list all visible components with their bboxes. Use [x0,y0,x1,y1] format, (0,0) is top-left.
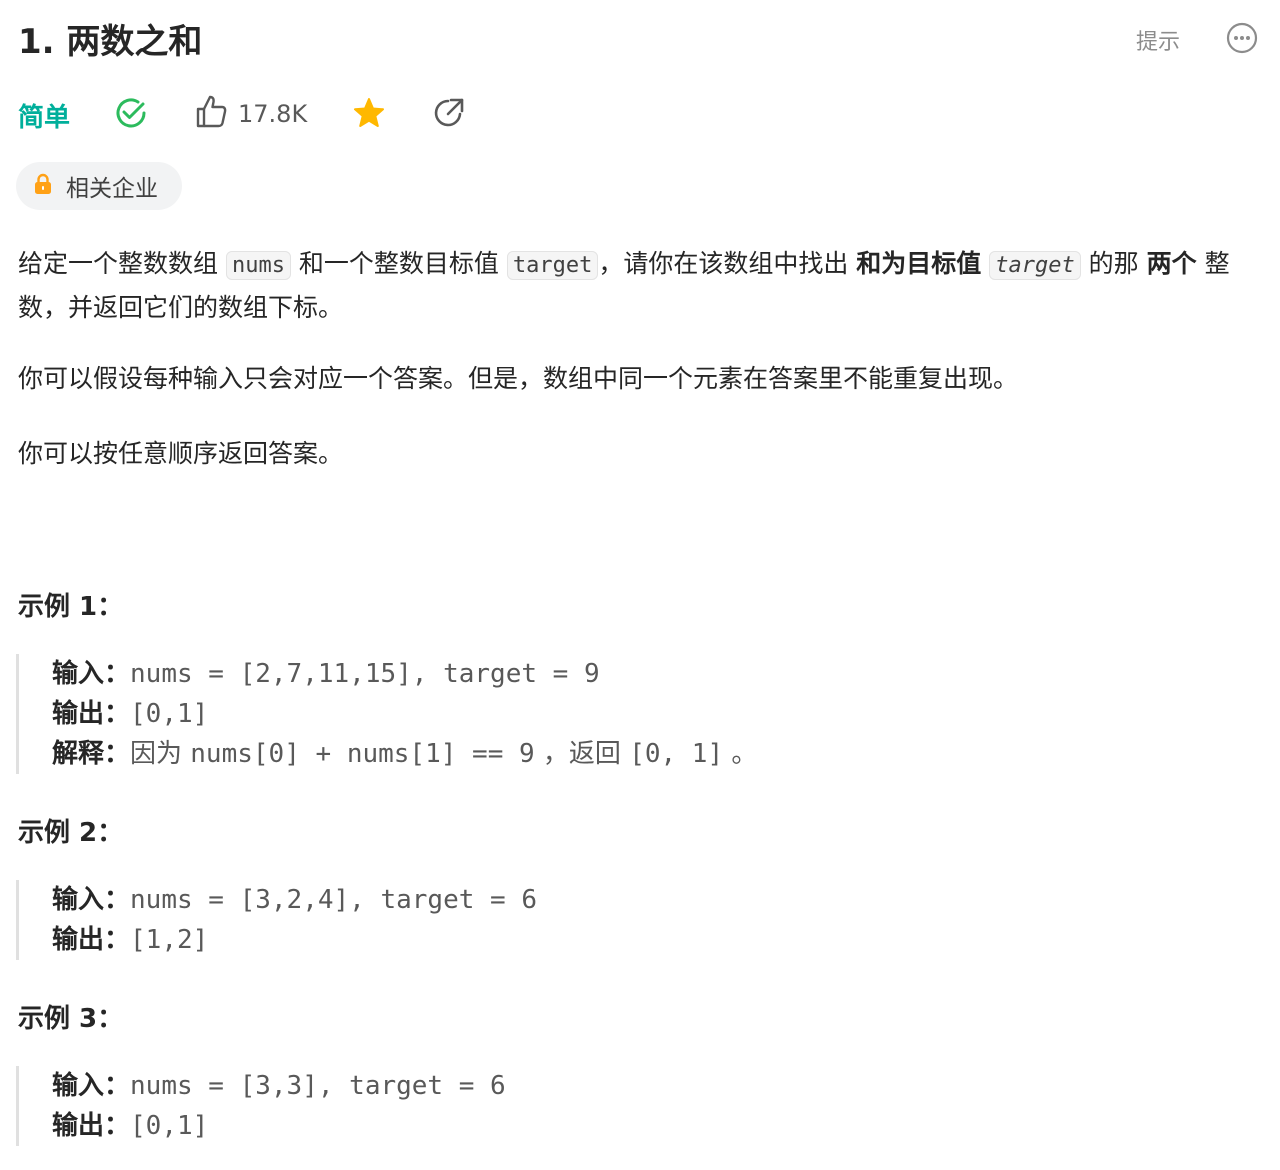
share-icon[interactable] [432,96,466,134]
explain-code: [0, 1] [629,739,724,769]
output-value: [1,2] [130,925,209,955]
example-output-line: 输出：[0,1] [52,694,757,734]
more-horizontal-icon[interactable] [1226,22,1258,58]
example-explain-line: 解释：因为 nums[0] + nums[1] == 9 ，返回 [0, 1] … [52,734,757,774]
input-label: 输入： [52,885,131,915]
explain-text: 。 [723,739,758,769]
output-value: [0,1] [130,1111,209,1141]
output-label: 输出： [52,1111,131,1141]
example-output-line: 输出：[0,1] [52,1106,506,1146]
input-value: nums = [3,3], target = 6 [130,1071,506,1101]
desc-text: 给定一个整数数组 [18,249,226,278]
example-input-line: 输入：nums = [3,2,4], target = 6 [52,880,537,920]
output-label: 输出： [52,699,131,729]
explain-text: ，返回 [534,739,630,769]
hint-button[interactable]: 提示 [1136,24,1180,56]
desc-bold-two: 两个 [1146,249,1197,278]
example-2-title: 示例 2： [18,818,124,848]
code-nums: nums [225,251,291,280]
thumbs-up-icon [194,94,228,134]
example-3-block: 输入：nums = [3,3], target = 6 输出：[0,1] [16,1066,506,1146]
difficulty-badge: 简单 [18,103,71,133]
output-label: 输出： [52,925,131,955]
example-input-line: 输入：nums = [2,7,11,15], target = 9 [52,654,757,694]
code-target: target [506,251,599,280]
input-label: 输入： [52,1071,131,1101]
example-3-title: 示例 3： [18,1004,124,1034]
desc-bold-target-sum: 和为目标值 [856,249,982,278]
example-output-line: 输出：[1,2] [52,920,537,960]
code-target-italic: target [989,251,1081,280]
desc-text: 的那 [1080,249,1147,278]
problem-meta-row: 简单 17.8K [18,92,618,136]
example-input-line: 输入：nums = [3,3], target = 6 [52,1066,506,1106]
example-2-block: 输入：nums = [3,2,4], target = 6 输出：[1,2] [16,880,537,960]
desc-text: 和一个整数目标值 [290,249,507,278]
lock-icon [34,173,52,199]
input-value: nums = [2,7,11,15], target = 9 [130,659,600,689]
output-value: [0,1] [130,699,209,729]
like-count: 17.8K [238,100,308,128]
example-1-block: 输入：nums = [2,7,11,15], target = 9 输出：[0,… [16,654,757,774]
problem-title: 1. 两数之和 [18,22,203,62]
related-companies-tag[interactable]: 相关企业 [16,162,182,210]
explain-text: 因为 [130,739,191,769]
input-label: 输入： [52,659,131,689]
desc-text: ，请你在该数组中找出 [598,249,857,278]
check-circle-icon [114,96,148,134]
input-value: nums = [3,2,4], target = 6 [130,885,538,915]
explain-code: nums[0] + nums[1] == 9 [190,739,535,769]
description-paragraph-3: 你可以按任意顺序返回答案。 [18,439,344,468]
star-icon[interactable] [352,96,386,134]
example-1-title: 示例 1： [18,592,124,622]
explain-label: 解释： [52,739,131,769]
like-button[interactable]: 17.8K [194,94,307,134]
related-companies-label: 相关企业 [66,176,158,202]
description-paragraph-1: 给定一个整数数组 nums 和一个整数目标值 target ，请你在该数组中找出 … [18,243,1258,329]
description-paragraph-2: 你可以假设每种输入只会对应一个答案。但是，数组中同一个元素在答案里不能重复出现。 [18,364,1019,393]
